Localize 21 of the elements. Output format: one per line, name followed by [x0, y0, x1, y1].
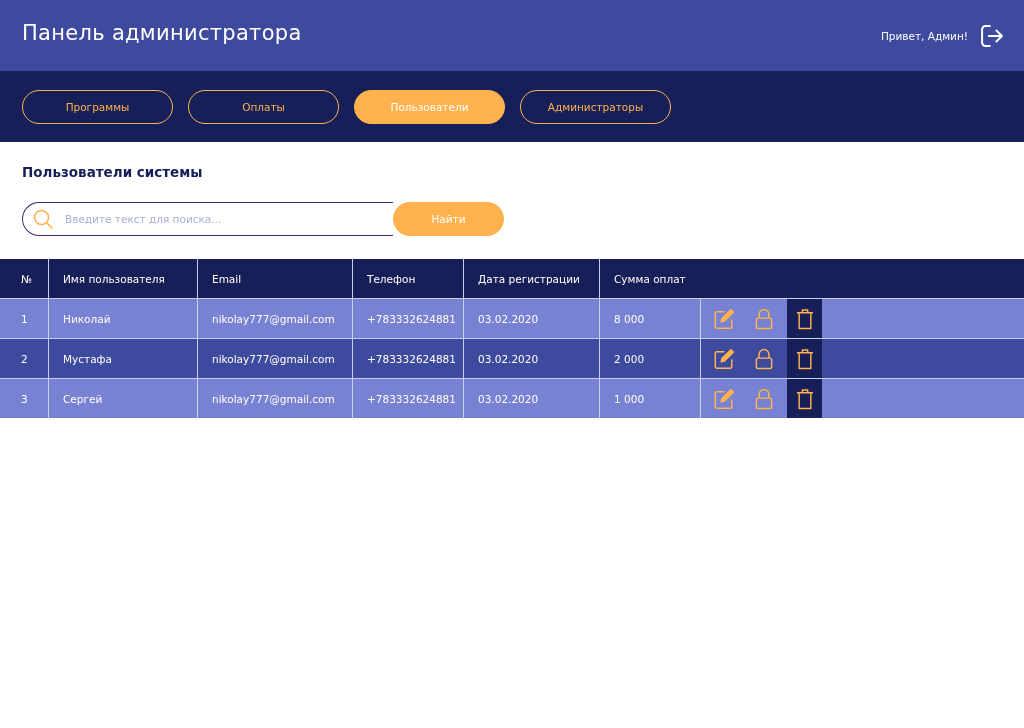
search-input[interactable]: Введите текст для поиска... [65, 203, 393, 235]
delete-button[interactable] [787, 379, 822, 418]
table-cell: 03.02.2020 [464, 379, 600, 418]
column-header: Сумма оплат [613, 271, 687, 287]
delete-button[interactable] [787, 299, 822, 338]
table-cell: nikolay777@gmail.com [198, 379, 353, 418]
delete-button[interactable] [787, 339, 822, 378]
table-cell: 1 000 [600, 379, 701, 418]
greeting-text: Привет, Админ! [880, 29, 968, 42]
trash-icon [795, 387, 814, 410]
section-title: Пользователи системы [22, 164, 204, 180]
edit-icon[interactable] [713, 347, 735, 370]
trash-icon [795, 307, 814, 330]
table-cell: Сергей [49, 379, 198, 418]
table-cell: +783332624881 [353, 379, 464, 418]
trash-icon [795, 347, 814, 370]
table-cell: 3 [0, 379, 49, 418]
lock-icon[interactable] [755, 347, 773, 370]
search-icon [33, 209, 53, 229]
page-title: Панель администратора [22, 20, 302, 45]
logout-icon[interactable] [981, 24, 1003, 47]
